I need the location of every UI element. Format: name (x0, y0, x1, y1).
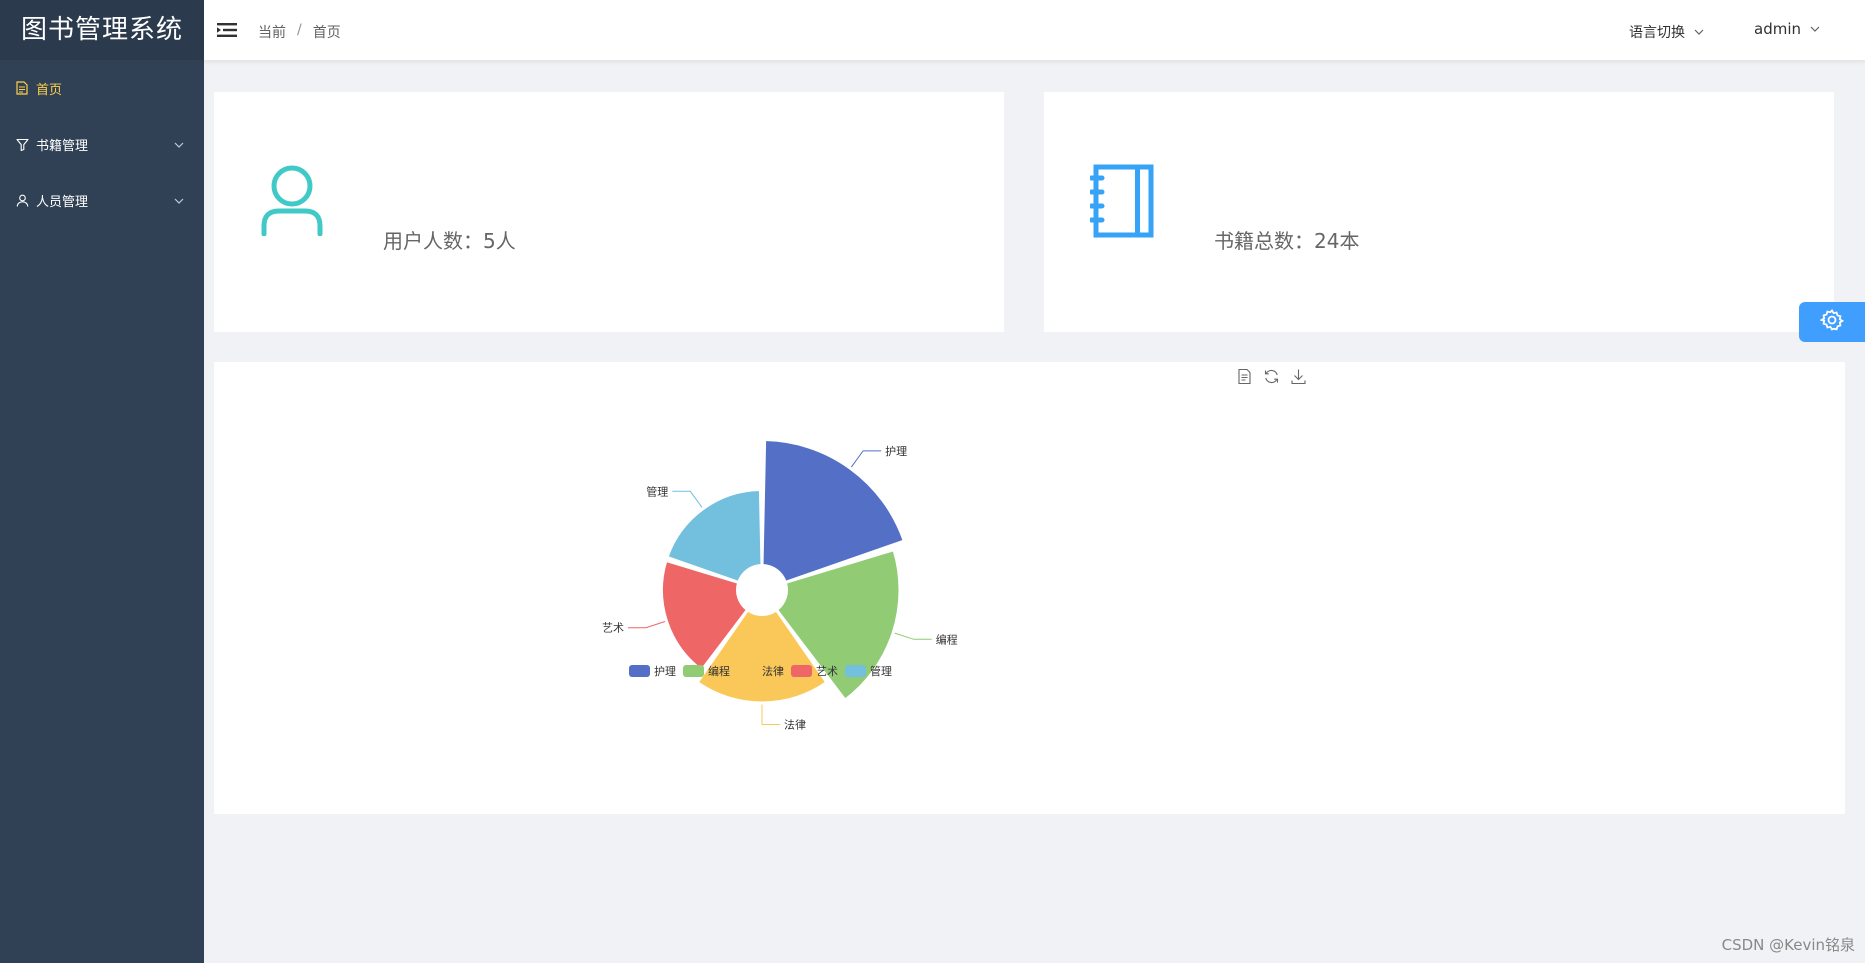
user-icon (260, 164, 324, 240)
legend-swatch-2[interactable] (737, 665, 758, 677)
user-menu-dropdown[interactable]: admin (1754, 20, 1820, 38)
breadcrumb-separator: / (297, 22, 302, 38)
slice-label-4: 管理 (646, 484, 668, 498)
label-line-4 (672, 490, 703, 508)
legend-swatch-3[interactable] (791, 665, 812, 677)
chevron-down-icon (174, 193, 184, 208)
sidebar-item-home[interactable]: 首页 (0, 60, 204, 116)
sidebar-item-label: 人员管理 (36, 194, 89, 210)
legend-swatch-1[interactable] (683, 665, 704, 677)
app-logo-title: 图书管理系统 (0, 0, 204, 60)
breadcrumb-item-current[interactable]: 当前 (258, 22, 286, 42)
legend-label-4[interactable]: 管理 (870, 664, 892, 678)
rose-pie-chart: 护理编程法律艺术管理护理 编程 法律 艺术 管理 (602, 439, 958, 732)
label-line-2 (761, 704, 780, 725)
sidebar: 图书管理系统 首页 书籍管理 人员管理 (0, 0, 204, 963)
slice-label-0: 护理 (885, 444, 907, 458)
chevron-down-icon (174, 137, 184, 152)
user-icon (14, 192, 30, 208)
gear-icon (1819, 308, 1845, 336)
legend-label-0[interactable]: 护理 (654, 664, 676, 678)
sidebar-item-people[interactable]: 人员管理 (0, 172, 204, 228)
label-line-0 (850, 450, 882, 468)
slice-label-3: 艺术 (602, 622, 624, 635)
document-icon (14, 80, 30, 96)
legend-swatch-4[interactable] (845, 665, 866, 677)
filter-icon (14, 136, 30, 152)
label-line-3 (627, 621, 666, 629)
chevron-down-icon (1810, 26, 1820, 32)
book-category-chart-card: 护理 编程 法律 艺术 管理 护理 编程 法律 艺术 管理 (214, 362, 1845, 814)
watermark-text: CSDN @Kevin铭泉 (1721, 936, 1855, 954)
settings-button[interactable] (1799, 302, 1865, 342)
sidebar-item-label: 首页 (36, 82, 63, 98)
language-switch-dropdown[interactable]: 语言切换 (1629, 22, 1704, 42)
breadcrumb-item-home: 首页 (312, 25, 341, 41)
language-switch-label: 语言切换 (1629, 25, 1685, 41)
username-label: admin (1754, 20, 1801, 38)
label-line-1 (894, 632, 932, 640)
legend-label-3[interactable]: 艺术 (816, 665, 838, 678)
hamburger-toggle-icon[interactable] (216, 20, 238, 42)
legend-swatch-0[interactable] (629, 665, 650, 677)
book-count-card: 书籍总数：24本 (1044, 92, 1834, 332)
legend-label-1[interactable]: 编程 (708, 664, 730, 678)
top-navbar: 当前 / 首页 语言切换 admin (204, 0, 1865, 61)
breadcrumb: 当前 / 首页 (258, 22, 341, 42)
slice-label-1: 编程 (936, 632, 958, 646)
slice-label-2: 法律 (784, 718, 806, 732)
user-count-card: 用户人数：5人 (214, 92, 1004, 332)
legend-label-2[interactable]: 法律 (762, 664, 784, 678)
sidebar-item-label: 书籍管理 (36, 138, 89, 154)
user-count-text: 用户人数：5人 (383, 229, 516, 253)
sidebar-item-books[interactable]: 书籍管理 (0, 116, 204, 172)
chevron-down-icon (1694, 29, 1704, 35)
notebook-icon (1088, 164, 1156, 242)
book-count-text: 书籍总数：24本 (1214, 229, 1360, 253)
